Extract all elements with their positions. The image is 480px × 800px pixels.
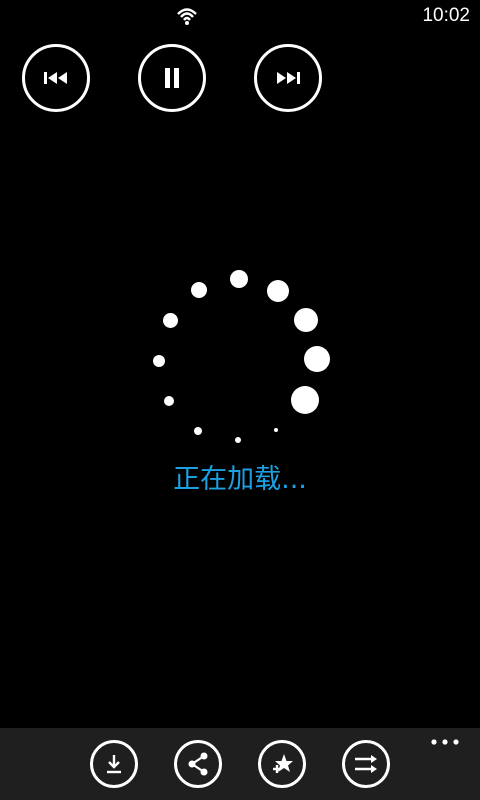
media-controls	[0, 44, 480, 120]
spinner-dot	[267, 280, 289, 302]
more-dots-icon[interactable]	[430, 738, 460, 746]
spinner-dot	[291, 386, 319, 414]
pause-icon	[165, 68, 179, 88]
status-bar: 10:02	[0, 0, 480, 32]
download-icon	[107, 755, 121, 774]
share-button[interactable]	[174, 740, 222, 788]
share-icon	[188, 752, 208, 776]
shuffle-button[interactable]	[342, 740, 390, 788]
skip-previous-icon	[44, 72, 67, 84]
spinner-dot	[153, 355, 165, 367]
app-bar	[0, 728, 480, 800]
skip-next-icon	[277, 72, 300, 84]
download-button[interactable]	[90, 740, 138, 788]
spinner-dot	[191, 282, 207, 298]
loading-text: 正在加载...	[173, 464, 307, 495]
spinner-dot	[230, 270, 248, 288]
pause-button[interactable]	[138, 44, 206, 112]
clock: 10:02	[422, 5, 470, 26]
rate-button[interactable]	[258, 740, 306, 788]
next-track-button[interactable]	[254, 44, 322, 112]
spinner-dot	[235, 437, 241, 443]
previous-track-button[interactable]	[22, 44, 90, 112]
wifi-icon	[177, 8, 197, 25]
spinner-dot	[274, 428, 278, 432]
spinner-dot	[164, 396, 174, 406]
spinner-dot	[304, 346, 330, 372]
spinner-dot	[294, 308, 318, 332]
loading-spinner	[140, 250, 340, 450]
shuffle-icon	[355, 755, 377, 773]
spinner-dot	[163, 313, 178, 328]
rate-star-icon	[273, 754, 293, 773]
spinner-dot	[194, 427, 202, 435]
